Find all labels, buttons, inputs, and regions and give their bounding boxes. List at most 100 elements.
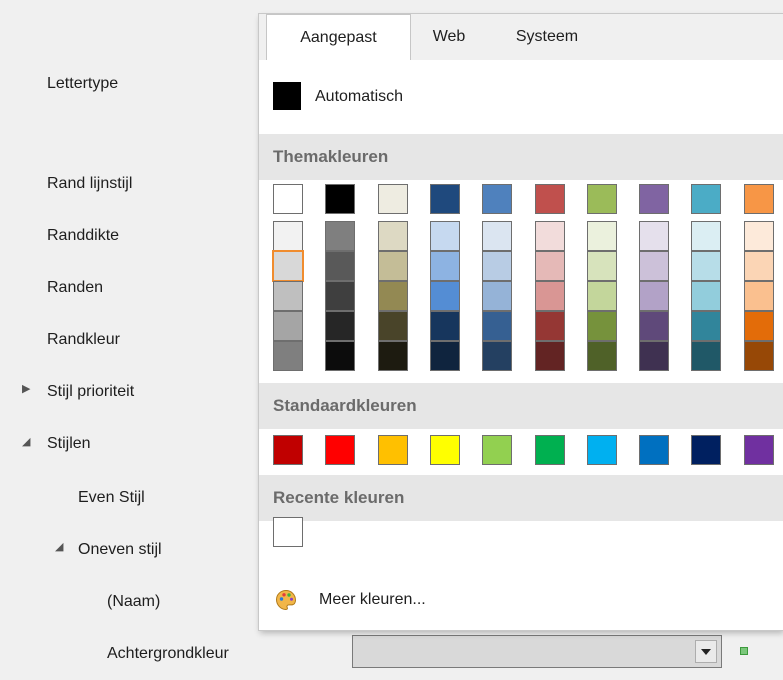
theme-color-swatch[interactable] [429,184,460,214]
standard-color-swatch[interactable] [586,435,617,465]
theme-shade-swatch[interactable] [429,311,460,341]
theme-shade-swatch[interactable] [691,281,722,311]
theme-shade-swatch[interactable] [325,341,356,371]
standard-color-swatch[interactable] [534,435,565,465]
theme-shade-swatch[interactable] [273,311,303,341]
theme-color-swatch[interactable] [273,184,303,214]
theme-shade-swatch[interactable] [534,221,565,251]
property-label: Achtergrondkleur [107,645,229,662]
theme-shade-swatch[interactable] [534,311,565,341]
theme-shade-swatch[interactable] [743,281,774,311]
theme-shade-swatch[interactable] [377,221,408,251]
tab-system[interactable]: Systeem [487,14,607,60]
theme-color-swatch[interactable] [377,184,408,214]
theme-shade-swatch[interactable] [325,311,356,341]
theme-shade-swatch[interactable] [429,221,460,251]
theme-shade-swatch[interactable] [639,281,670,311]
theme-shade-swatch[interactable] [429,251,460,281]
property-modified-indicator [740,647,748,655]
theme-color-swatch[interactable] [691,184,722,214]
theme-shade-swatch[interactable] [691,221,722,251]
tab-custom[interactable]: Aangepast [266,14,411,60]
theme-shade-swatch[interactable] [586,251,617,281]
theme-shade-swatch[interactable] [482,311,513,341]
theme-shade-swatch[interactable] [691,251,722,281]
theme-shade-swatch[interactable] [273,341,303,371]
theme-shade-swatch[interactable] [325,281,356,311]
standard-color-swatch[interactable] [273,435,303,465]
property-background-color[interactable]: Achtergrondkleur [107,628,229,680]
theme-shade-swatch[interactable] [273,281,303,311]
theme-shade-swatch[interactable] [534,251,565,281]
theme-shade-swatch[interactable] [639,311,670,341]
theme-shade-swatch[interactable] [272,250,304,282]
property-even-style[interactable]: Even Stijl [78,472,145,524]
theme-shade-swatch[interactable] [743,341,774,371]
property-border-color[interactable]: Randkleur [47,314,120,366]
theme-shade-swatch[interactable] [325,251,356,281]
theme-shade-swatch[interactable] [586,221,617,251]
theme-color-swatch[interactable] [743,184,774,214]
theme-color-swatch[interactable] [325,184,356,214]
standard-color-swatch[interactable] [325,435,356,465]
theme-shade-swatch[interactable] [586,311,617,341]
theme-shade-swatch[interactable] [743,221,774,251]
theme-shade-swatch[interactable] [377,341,408,371]
triangle-right-icon[interactable]: ▶ [22,382,30,395]
theme-color-swatch[interactable] [586,184,617,214]
theme-shade-swatch[interactable] [482,221,513,251]
theme-shade-swatch[interactable] [586,281,617,311]
theme-shade-swatch[interactable] [691,341,722,371]
property-style-priority[interactable]: Stijl prioriteit [47,366,134,418]
theme-shade-swatch[interactable] [743,311,774,341]
theme-shade-swatch[interactable] [429,341,460,371]
property-label: Stijlen [47,435,91,452]
standard-color-swatch[interactable] [429,435,460,465]
theme-shade-swatch[interactable] [639,341,670,371]
theme-shade-swatch[interactable] [534,281,565,311]
property-label: Randdikte [47,227,120,244]
triangle-down-icon[interactable]: ◢ [55,540,63,553]
property-font[interactable]: Lettertype [47,58,118,110]
theme-color-swatch[interactable] [482,184,513,214]
theme-shade-swatch[interactable] [586,341,617,371]
theme-shade-swatch[interactable] [534,341,565,371]
property-label: Oneven stijl [78,541,162,558]
theme-color-swatch[interactable] [639,184,670,214]
standard-color-swatch[interactable] [377,435,408,465]
theme-shade-swatch[interactable] [325,221,356,251]
standard-color-swatch[interactable] [639,435,670,465]
automatic-color-swatch [273,82,301,110]
property-name[interactable]: (Naam) [107,576,160,628]
theme-shade-swatch[interactable] [691,311,722,341]
triangle-down-icon[interactable]: ◢ [22,435,30,448]
theme-shade-swatch[interactable] [639,251,670,281]
tab-web[interactable]: Web [411,14,487,60]
background-color-combobox[interactable] [352,635,722,668]
chevron-down-icon[interactable] [695,640,717,663]
theme-shade-swatch[interactable] [482,281,513,311]
theme-shade-swatch[interactable] [639,221,670,251]
property-borders[interactable]: Randen [47,262,103,314]
property-label: Randkleur [47,331,120,348]
property-styles[interactable]: Stijlen [47,418,91,470]
standard-color-swatch[interactable] [691,435,722,465]
theme-shade-swatch[interactable] [377,311,408,341]
property-border-width[interactable]: Randdikte [47,210,119,262]
theme-shade-swatch[interactable] [482,341,513,371]
theme-shade-swatch[interactable] [273,221,303,251]
theme-shade-swatch[interactable] [743,251,774,281]
standard-color-swatch[interactable] [482,435,513,465]
theme-shade-swatch[interactable] [377,281,408,311]
property-label: (Naam) [107,593,161,610]
theme-shade-swatch[interactable] [377,251,408,281]
theme-shade-swatch[interactable] [482,251,513,281]
automatic-color-option[interactable]: Automatisch [259,60,783,134]
standard-colors-header: Standaardkleuren [259,383,783,429]
property-border-style[interactable]: Rand lijnstijl [47,158,132,210]
property-odd-style[interactable]: Oneven stijl [78,524,162,576]
theme-color-swatch[interactable] [534,184,565,214]
recent-color-swatch[interactable] [273,517,303,547]
standard-color-swatch[interactable] [743,435,774,465]
theme-shade-swatch[interactable] [429,281,460,311]
